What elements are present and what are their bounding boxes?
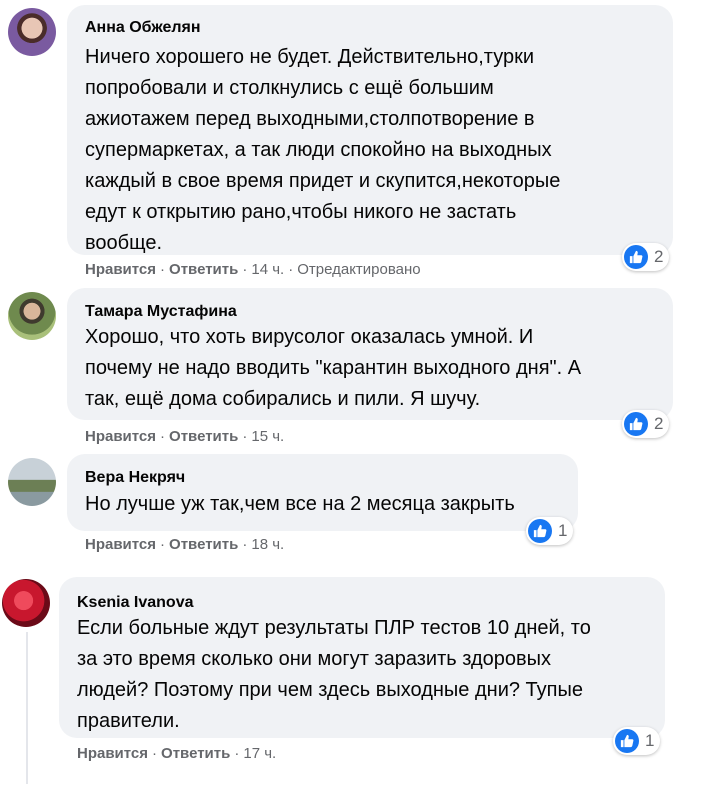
separator: · [234, 745, 240, 762]
comment-actions: Нравится · Ответить · 15 ч. [85, 428, 284, 445]
reaction-count: 1 [645, 731, 655, 750]
comment-text-line: вообще. [85, 232, 163, 254]
comment-bubble: Ksenia Ivanova Если больные ждут результ… [59, 577, 665, 738]
separator: · [160, 261, 166, 278]
reply-button[interactable]: Ответить [161, 745, 230, 762]
comment-author[interactable]: Ksenia Ivanova [77, 594, 194, 612]
separator: · [160, 536, 166, 553]
like-icon [615, 729, 639, 753]
comment-actions: Нравится · Ответить · 14 ч. · Отредактировано [85, 261, 421, 278]
comment-text-line: почему не надо вводить "карантин выходно… [85, 357, 582, 379]
comment-text-line: Хорошо, что хоть вирусолог оказалась умн… [85, 326, 534, 348]
comment-time[interactable]: 14 ч. [251, 261, 284, 278]
reply-thread-line [26, 632, 28, 784]
reaction-count: 2 [654, 414, 664, 433]
like-icon [528, 519, 552, 543]
comment-text-line: ажиотажем перед выходными,столпотворение… [85, 108, 535, 130]
comment-text: Ничего хорошего не будет. Действительно,… [85, 42, 560, 259]
comment-text-line: Но лучше уж так,чем все на 2 месяца закр… [85, 493, 515, 515]
comment-bubble: Вера Некряч Но лучше уж так,чем все на 2… [67, 454, 578, 531]
reactions-summary[interactable]: 2 [622, 410, 670, 438]
comment-bubble: Тамара Мустафина Хорошо, что хоть вирусо… [67, 288, 673, 420]
comment-text-line: за это время сколько они могут заразить … [77, 648, 551, 670]
comment-text-line: супермаркетах, а так люди спокойно на вы… [85, 139, 552, 161]
reactions-summary[interactable]: 1 [526, 517, 574, 545]
comment-bubble: Анна Обжелян Ничего хорошего не будет. Д… [67, 5, 673, 255]
comment-author[interactable]: Тамара Мустафина [85, 303, 237, 321]
comment-text-line: каждый в свое время придет и скупится,не… [85, 170, 561, 192]
comment-text-line: Если больные ждут результаты ПЛР тестов … [77, 617, 591, 639]
reply-button[interactable]: Ответить [169, 536, 238, 553]
comment-text-line: правители. [77, 710, 180, 732]
like-button[interactable]: Нравится [85, 261, 156, 278]
like-button[interactable]: Нравится [85, 428, 156, 445]
comment-text: Если больные ждут результаты ПЛР тестов … [77, 613, 591, 737]
separator: · [242, 536, 248, 553]
avatar[interactable] [8, 8, 56, 56]
reaction-count: 2 [654, 247, 664, 266]
comment-text: Хорошо, что хоть вирусолог оказалась умн… [85, 322, 581, 415]
comment-author[interactable]: Вера Некряч [85, 469, 185, 487]
separator: · [242, 261, 248, 278]
separator: · [160, 428, 166, 445]
comment-text-line: едут к открытию рано,чтобы никого не зас… [85, 201, 517, 223]
like-icon [624, 412, 648, 436]
comment-time[interactable]: 17 ч. [243, 745, 276, 762]
like-button[interactable]: Нравится [77, 745, 148, 762]
comment-time[interactable]: 15 ч. [251, 428, 284, 445]
reactions-summary[interactable]: 2 [622, 243, 670, 271]
avatar[interactable] [8, 458, 56, 506]
comment-text-line: так, ещё дома собирались и пили. Я шучу. [85, 388, 481, 410]
comment-text-line: людей? Поэтому при чем здесь выходные дн… [77, 679, 583, 701]
comment-text: Но лучше уж так,чем все на 2 месяца закр… [85, 489, 515, 520]
separator: · [242, 428, 248, 445]
comment-actions: Нравится · Ответить · 17 ч. [77, 745, 276, 762]
comment-actions: Нравится · Ответить · 18 ч. [85, 536, 284, 553]
separator: · [152, 745, 158, 762]
like-button[interactable]: Нравится [85, 536, 156, 553]
reply-button[interactable]: Ответить [169, 261, 238, 278]
separator: · [288, 261, 294, 278]
avatar[interactable] [8, 292, 56, 340]
comment-time[interactable]: 18 ч. [251, 536, 284, 553]
comment-text-line: Ничего хорошего не будет. Действительно,… [85, 46, 535, 68]
edited-label: Отредактировано [297, 261, 421, 278]
reaction-count: 1 [558, 521, 568, 540]
reactions-summary[interactable]: 1 [613, 727, 661, 755]
comment-author[interactable]: Анна Обжелян [85, 19, 201, 37]
avatar[interactable] [2, 579, 50, 627]
like-icon [624, 245, 648, 269]
reply-button[interactable]: Ответить [169, 428, 238, 445]
comment-text-line: попробовали и столкнулись с ещё большим [85, 77, 494, 99]
